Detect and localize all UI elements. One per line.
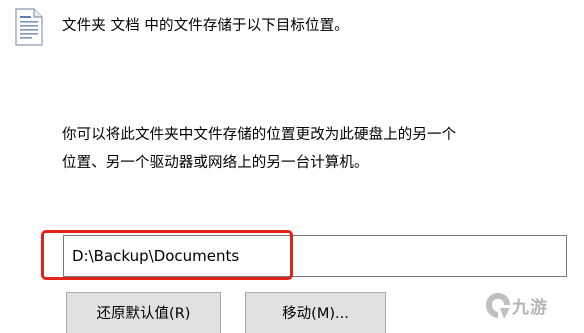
target-path-value[interactable]: D:\Backup\Documents	[72, 246, 239, 266]
watermark-logo-icon	[486, 293, 510, 319]
description-line-1: 你可以将此文件夹中文件存储的位置更改为此硬盘上的另一个	[62, 127, 457, 143]
site-watermark: 九游	[484, 283, 584, 333]
location-heading: 文件夹 文档 中的文件存储于以下目标位置。	[62, 18, 349, 34]
folder-location-panel: 文件夹 文档 中的文件存储于以下目标位置。 你可以将此文件夹中文件存储的位置更改…	[0, 0, 584, 333]
move-button[interactable]: 移动(M)...	[245, 292, 386, 333]
target-path-input[interactable]: D:\Backup\Documents	[63, 235, 567, 277]
location-description: 你可以将此文件夹中文件存储的位置更改为此硬盘上的另一个 位置、另一个驱动器或网络…	[62, 121, 562, 177]
watermark-text: 九游	[512, 298, 548, 318]
description-line-2: 位置、另一个驱动器或网络上的另一台计算机。	[62, 155, 369, 171]
restore-default-button[interactable]: 还原默认值(R)	[66, 292, 221, 333]
document-icon	[15, 8, 43, 46]
